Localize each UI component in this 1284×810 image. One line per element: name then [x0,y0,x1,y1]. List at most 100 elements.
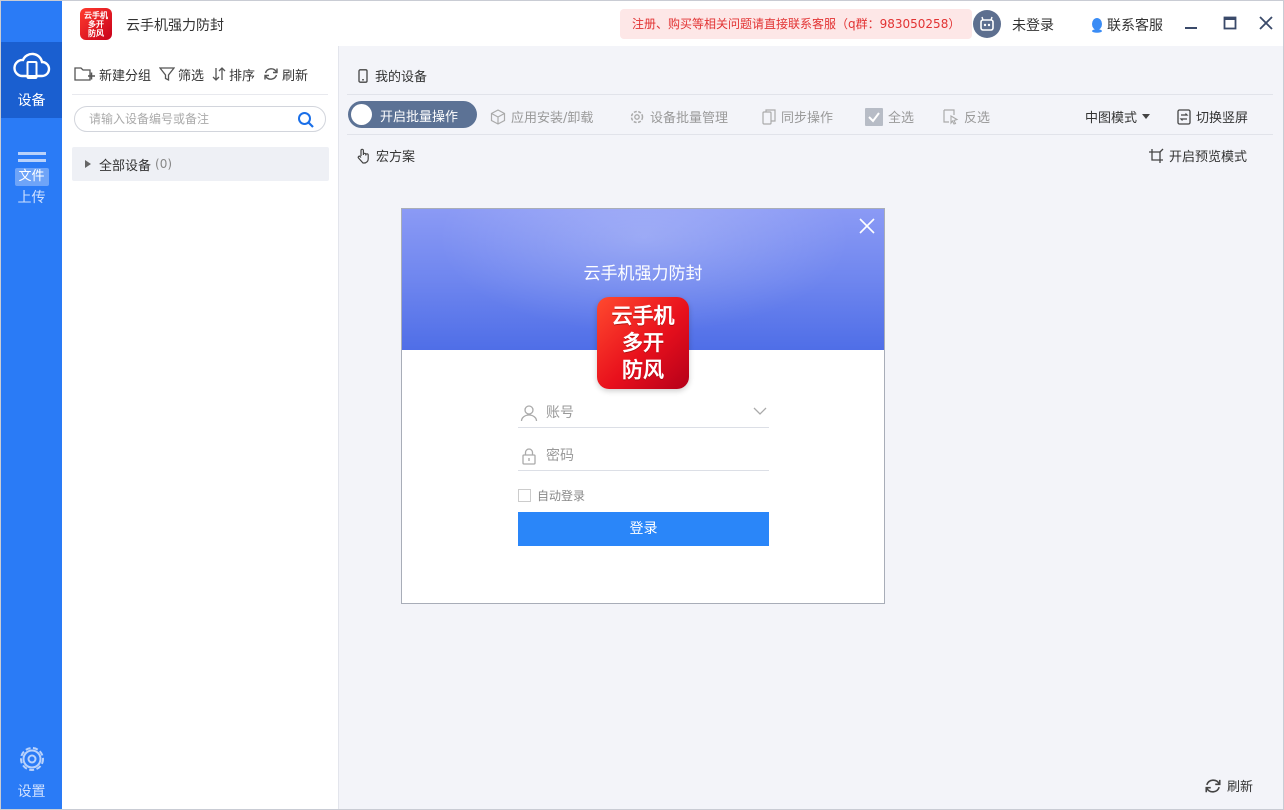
package-icon [490,108,506,125]
batch-toggle-label: 开启批量操作 [380,110,459,125]
maximize-button[interactable] [1218,11,1242,35]
folder-add-icon [74,67,95,81]
device-search-input[interactable] [89,110,289,128]
caret-right-icon[interactable] [85,160,91,168]
device-toolbar: 开启批量操作 应用安装/卸载 设备批量管理 同步操作 全选 反选 中图模式 切换… [347,96,1273,134]
group-all-count: (0) [155,157,173,171]
password-input[interactable] [546,446,746,466]
lock-icon [522,448,536,465]
nav-file-label: 文件 [14,168,49,186]
checkbox-checked-icon [865,107,883,126]
filter-button[interactable]: 筛选 [159,65,204,84]
rotate-screen-icon [1177,108,1191,125]
qq-penguin-icon [1092,18,1102,33]
auto-login-checkbox[interactable] [518,489,531,502]
sort-label: 排序 [229,68,256,84]
chevron-down-icon[interactable] [753,407,767,415]
preview-mode-button[interactable]: 开启预览模式 [1148,146,1247,165]
login-dialog: 云手机强力防封 云手机 多开 防风 自动登录 登录 [401,208,885,604]
nav-item-settings[interactable]: 设置 [1,743,62,803]
device-search [74,106,326,132]
toolbar-divider [347,134,1273,135]
breadcrumb-label: 我的设备 [375,70,428,85]
group-item-all-devices[interactable]: 全部设备 (0) [72,147,329,181]
robot-avatar-icon [980,16,994,31]
switch-orientation-button[interactable]: 切换竖屏 [1177,107,1248,126]
app-logo-large: 云手机 多开 防风 [597,297,689,389]
view-mode-dropdown[interactable]: 中图模式 [1085,107,1151,126]
dialog-close-button[interactable] [858,217,876,235]
gear-icon [19,747,44,771]
filter-icon [159,67,176,82]
dialog-title: 云手机强力防封 [583,264,703,284]
group-all-label: 全部设备 [99,158,152,174]
auto-login-option[interactable]: 自动登录 [518,487,585,504]
group-refresh-button[interactable]: 刷新 [263,65,308,84]
account-input[interactable] [546,403,746,423]
gear-icon [630,110,644,123]
device-refresh-button[interactable]: 刷新 [1204,776,1253,795]
user-avatar[interactable] [973,10,1001,38]
maximize-icon [1223,16,1237,30]
user-icon [520,405,538,422]
caret-down-icon [1142,114,1151,119]
minimize-button[interactable] [1179,11,1203,35]
invert-selection-label: 反选 [964,111,991,126]
hand-pointer-icon [357,148,369,164]
macro-scheme-label: 宏方案 [376,150,416,165]
cloud-phone-icon [12,52,50,79]
login-button[interactable]: 登录 [518,512,769,546]
new-group-button[interactable]: 新建分组 [74,65,151,84]
select-all-label: 全选 [888,111,915,126]
batch-manage-label: 设备批量管理 [650,111,729,126]
app-install-label: 应用安装/卸载 [511,111,594,126]
customer-service-label: 联系客服 [1107,18,1163,34]
logo-line-3: 防风 [622,358,664,382]
nav-settings-label: 设置 [17,784,46,800]
password-field [518,441,769,471]
app-install-button[interactable]: 应用安装/卸载 [490,107,593,126]
login-state[interactable]: 未登录 [1012,15,1054,35]
logo-line-1: 云手机 [611,304,675,328]
refresh-icon [264,68,278,80]
breadcrumb-divider [347,94,1273,95]
nav-item-file-upload[interactable]: 文件 上传 [1,150,62,212]
close-icon [1259,16,1273,30]
breadcrumb: 我的设备 [357,66,427,85]
sort-icon [212,67,226,81]
account-field [518,398,769,428]
app-logo: 云手机 多开 防风 [80,8,112,40]
search-icon[interactable] [297,111,315,129]
nav-item-devices[interactable]: 设备 [1,42,62,118]
sync-operation-label: 同步操作 [781,111,834,126]
select-all-button[interactable]: 全选 [865,107,914,126]
refresh-icon [1205,778,1221,793]
logo-line-2: 多开 [622,331,664,355]
title-bar: 云手机 多开 防风 云手机强力防封 注册、购买等相关问题请直接联系客服（q群：983… [62,1,1283,46]
copy-icon [762,108,776,125]
device-refresh-label: 刷新 [1226,780,1253,795]
group-divider [72,94,328,95]
close-button[interactable] [1254,11,1278,35]
batch-operation-toggle[interactable]: 开启批量操作 [348,101,477,128]
group-panel: 新建分组 筛选 排序 刷新 请输入设备编号或备注 全部设备 (0) [62,46,339,809]
sort-button[interactable]: 排序 [212,65,255,84]
app-title: 云手机强力防封 [126,18,224,34]
sync-operation-button[interactable]: 同步操作 [762,107,833,126]
list-icon [17,152,46,162]
switch-orientation-label: 切换竖屏 [1196,111,1249,126]
nav-devices-label: 设备 [17,93,46,109]
app-window: 设备 文件 上传 设置 云手机 多开 防风 云手机强力防封 注册、购买等相关问题请直… [0,0,1284,810]
left-nav: 设备 文件 上传 设置 [1,1,62,809]
batch-manage-button[interactable]: 设备批量管理 [629,107,728,126]
invert-selection-button[interactable]: 反选 [943,107,990,126]
crop-icon [1149,148,1164,163]
group-refresh-label: 刷新 [282,68,309,84]
macro-scheme-button[interactable]: 宏方案 [357,146,415,165]
minimize-icon [1185,27,1197,29]
new-group-label: 新建分组 [99,68,152,84]
customer-service-link[interactable]: 联系客服 [1090,15,1163,35]
nav-upload-label: 上传 [17,190,46,206]
toggle-knob [351,104,372,125]
view-mode-label: 中图模式 [1085,111,1138,126]
